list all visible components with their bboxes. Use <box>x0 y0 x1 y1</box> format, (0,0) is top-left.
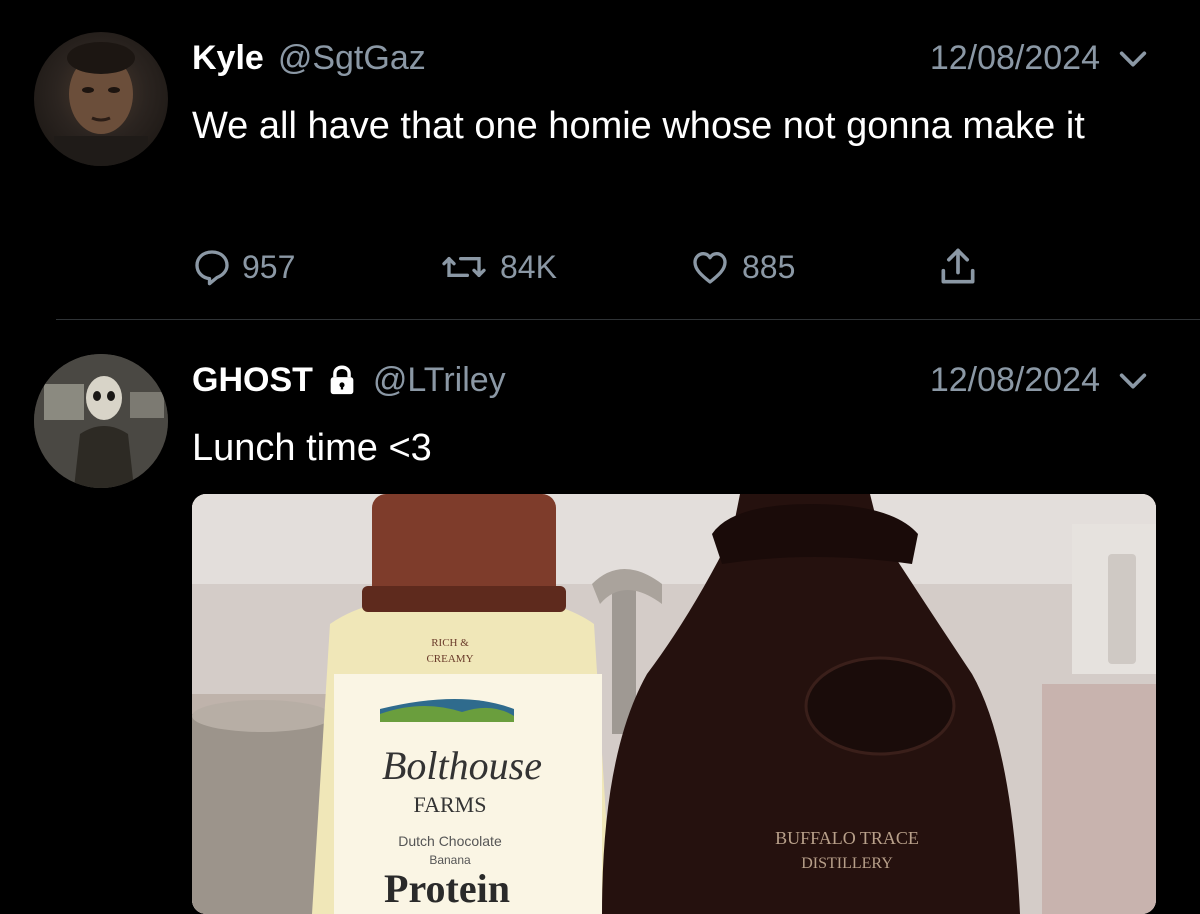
tweet-date[interactable]: 12/08/2024 <box>930 39 1100 78</box>
share-button[interactable] <box>936 240 990 294</box>
tweet-header: Kyle @SgtGaz 12/08/2024 <box>192 32 1160 84</box>
user-handle[interactable]: @SgtGaz <box>278 39 426 78</box>
retweet-count: 84K <box>500 248 557 285</box>
flavor-subtext: Banana <box>429 853 471 867</box>
bottle-label-text: CREAMY <box>426 653 473 665</box>
like-button[interactable]: 885 <box>688 240 795 294</box>
chevron-down-icon[interactable] <box>1116 364 1150 398</box>
display-name[interactable]: Kyle <box>192 39 264 78</box>
share-icon <box>941 248 975 284</box>
reply-button[interactable]: 957 <box>192 240 295 294</box>
bourbon-label-text: BUFFALO TRACE <box>775 828 919 848</box>
bourbon-label-subtext: DISTILLERY <box>801 855 893 872</box>
retweet-button[interactable]: 84K <box>438 240 557 294</box>
heart-icon <box>693 252 727 284</box>
bottle-label-text: RICH & <box>431 637 469 649</box>
tweet-actions: 957 84K 885 <box>192 240 1092 294</box>
brand-text: Bolthouse <box>382 743 542 788</box>
tweet-date[interactable]: 12/08/2024 <box>930 361 1100 400</box>
tweet-media-image[interactable]: RICH & CREAMY Bolthouse FARMS Dutch Choc… <box>192 494 1156 914</box>
flavor-text: Dutch Chocolate <box>398 833 502 849</box>
tweet[interactable]: Kyle @SgtGaz 12/08/2024 We all have that… <box>0 0 1200 320</box>
lock-icon <box>330 365 354 395</box>
tweet-header: GHOST @LTriley 12/08/2024 <box>192 354 1160 406</box>
display-name[interactable]: GHOST <box>192 361 313 400</box>
photo: RICH & CREAMY Bolthouse FARMS Dutch Choc… <box>192 494 1156 914</box>
reply-icon <box>195 250 229 286</box>
avatar-image <box>54 42 148 166</box>
product-text: Protein <box>384 866 510 911</box>
avatar[interactable] <box>34 32 168 166</box>
avatar[interactable] <box>34 354 168 488</box>
user-handle[interactable]: @LTriley <box>373 361 506 400</box>
avatar-image <box>34 354 168 488</box>
tweet-text: We all have that one homie whose not gon… <box>192 105 1085 147</box>
chevron-down-icon[interactable] <box>1116 42 1150 76</box>
tweet-text: Lunch time <3 <box>192 427 432 469</box>
brand-subtext: FARMS <box>414 792 487 817</box>
reply-count: 957 <box>242 248 296 285</box>
retweet-icon <box>442 257 486 277</box>
like-count: 885 <box>742 248 796 285</box>
tweet[interactable]: GHOST @LTriley 12/08/2024 Lunch time <3 <box>0 320 1200 914</box>
